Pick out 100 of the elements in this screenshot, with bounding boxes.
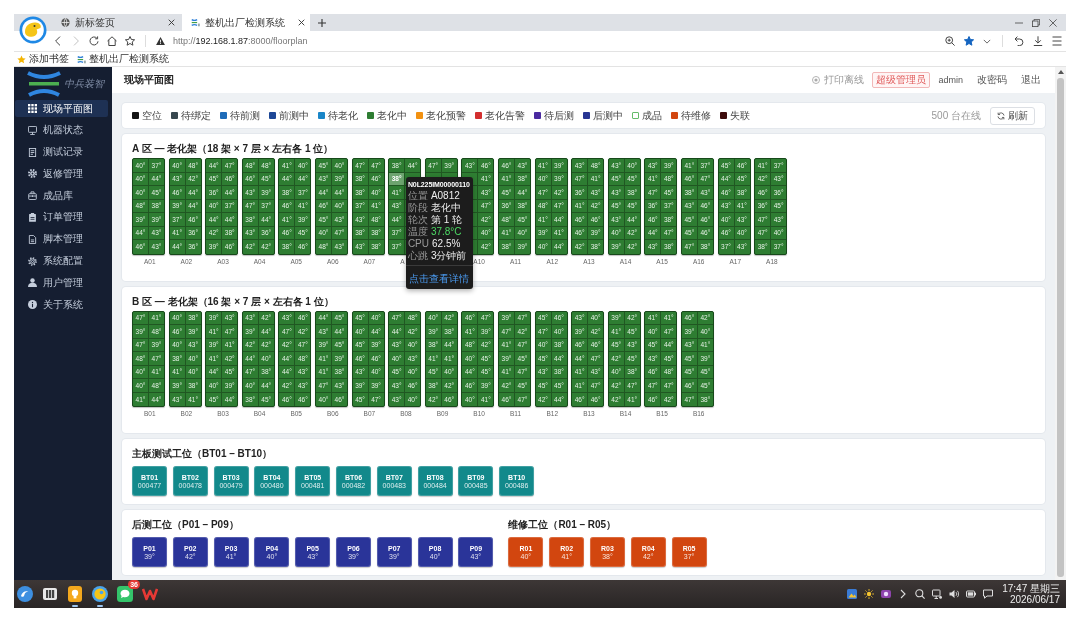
legend-label: 老化告警 <box>485 108 525 123</box>
ring-icon <box>812 76 821 84</box>
legend-label: 待前测 <box>230 108 260 123</box>
role-tag: 超级管理员 <box>872 72 931 88</box>
sidebar-item[interactable]: 现场平面图 <box>15 100 108 117</box>
battery-icon[interactable] <box>966 589 977 599</box>
star-icon[interactable] <box>964 36 974 46</box>
plus-icon[interactable] <box>318 18 326 27</box>
tooltip-label: 阶段 <box>407 200 428 215</box>
group-title: 后测工位（P01 – P09） <box>132 518 240 532</box>
legend-label: 成品 <box>642 108 662 123</box>
browser-tab[interactable]: 新标签页 <box>52 14 180 31</box>
tooltip-label: 位置 <box>407 188 428 203</box>
star-icon[interactable] <box>125 36 135 46</box>
sidebar-item[interactable]: 成品库 <box>15 187 108 205</box>
change-password-link[interactable]: 改密码 <box>977 73 1007 87</box>
menu-icon[interactable] <box>1052 36 1062 46</box>
search-icon[interactable] <box>915 589 926 599</box>
printer-status: 打印离线 <box>824 73 865 87</box>
box-icon <box>28 191 37 201</box>
sidebar-item[interactable]: 机器状态 <box>15 121 108 139</box>
tooltip-label: 心跳 <box>407 248 428 263</box>
browser-tab[interactable]: 整机出厂检测系统 <box>182 14 310 31</box>
swirl-logo-icon[interactable] <box>17 586 33 602</box>
sidebar-item[interactable]: 脚本管理 <box>15 230 108 248</box>
legend-label: 待维修 <box>681 108 711 123</box>
details-link[interactable]: 点击查看详情 <box>408 272 469 284</box>
bookmark-item[interactable]: 整机出厂检测系统 <box>77 52 169 66</box>
user-name: admin <box>938 75 963 85</box>
zoom-icon[interactable] <box>945 36 955 46</box>
refresh-button[interactable]: 刷新 <box>990 106 1035 125</box>
tooltip-label: 轮次 <box>407 213 428 226</box>
close-icon[interactable] <box>168 19 175 26</box>
message-icon[interactable] <box>983 589 994 599</box>
back-icon[interactable] <box>53 36 63 46</box>
close-icon[interactable] <box>1049 18 1057 27</box>
settings-icon <box>28 256 37 266</box>
tooltip-value: 3分钟前 <box>430 248 467 263</box>
tooltip-label: 温度 <box>407 225 428 239</box>
sidebar-item[interactable]: 关于系统 <box>15 296 108 314</box>
scrollbar-thumb[interactable] <box>1057 78 1064 577</box>
reload-icon[interactable] <box>89 36 99 46</box>
document-icon <box>28 147 37 157</box>
sidebar-item[interactable]: 系统配置 <box>15 252 108 270</box>
address-field[interactable]: http://192.168.1.87:8000/floorplan <box>173 36 308 46</box>
undo-icon[interactable] <box>1014 36 1024 46</box>
legend-label: 后测中 <box>593 108 623 123</box>
sidebar-item[interactable]: 返修管理 <box>15 165 108 183</box>
gear-icon <box>28 169 37 179</box>
bookmark-item[interactable]: 添加书签 <box>17 52 69 66</box>
tooltip-value: 老化中 <box>430 200 461 215</box>
sidebar-item[interactable]: 订单管理 <box>15 209 108 226</box>
zone-title: A 区 — 老化架（18 架 × 7 层 × 左右各 1 位） <box>132 143 335 155</box>
network-icon[interactable] <box>932 589 943 599</box>
chat-tile-icon[interactable] <box>117 586 133 602</box>
download-icon[interactable] <box>1033 36 1043 46</box>
grid-icon <box>28 104 37 113</box>
globe-icon <box>61 18 70 27</box>
volume-icon[interactable] <box>949 589 960 599</box>
group-title: 维修工位（R01 – R05） <box>508 518 618 532</box>
clock-date: 2026/06/17 <box>1009 594 1060 605</box>
restore-icon[interactable] <box>1032 18 1040 27</box>
legend-label: 老化预警 <box>426 108 466 123</box>
zigzag-logo-icon[interactable] <box>142 586 158 602</box>
sun-icon[interactable] <box>864 589 875 599</box>
legend-label: 待后测 <box>544 108 574 123</box>
legend-label: 待绑定 <box>181 108 211 123</box>
picture-tile-icon[interactable] <box>847 589 858 599</box>
warning-icon[interactable] <box>156 37 165 45</box>
info-icon <box>28 300 37 310</box>
tooltip-value: 62.5% <box>432 238 461 249</box>
monitor-icon <box>28 125 37 135</box>
small-logo-icon <box>77 54 86 64</box>
online-count: 500 台在线 <box>931 108 981 123</box>
sidebar-item[interactable]: 用户管理 <box>15 274 108 292</box>
legend-label: 失联 <box>730 108 750 123</box>
tooltip-value: A0812 <box>430 190 460 201</box>
user-icon <box>28 278 37 288</box>
camera-icon[interactable] <box>881 589 892 599</box>
legend-label: 老化中 <box>377 108 407 123</box>
close-icon[interactable] <box>298 19 305 26</box>
legend-label: 空位 <box>142 108 162 123</box>
zone-title: B 区 — 老化架（16 架 × 7 层 × 左右各 1 位） <box>132 295 335 308</box>
scroll-up-icon[interactable] <box>1057 70 1064 74</box>
columns-icon[interactable] <box>42 586 58 602</box>
round-logo-icon[interactable] <box>92 586 108 602</box>
group-title: 主板测试工位（BT01 – BT10） <box>132 447 274 461</box>
tooltip-value: 37.8°C <box>430 226 462 237</box>
bulb-tile-icon[interactable] <box>67 586 83 602</box>
logo-icon <box>26 69 62 98</box>
clipboard-icon <box>28 213 37 222</box>
logout-link[interactable]: 退出 <box>1021 73 1041 87</box>
file-icon <box>28 234 37 244</box>
tooltip-label: CPU <box>407 238 429 249</box>
home-icon[interactable] <box>107 36 117 46</box>
legend-label: 前测中 <box>279 108 309 123</box>
legend-label: 待老化 <box>328 108 358 123</box>
brand-text: 中兵装智 <box>64 76 104 91</box>
chevron-down-icon[interactable] <box>983 38 991 44</box>
sidebar-item[interactable]: 测试记录 <box>15 143 108 161</box>
